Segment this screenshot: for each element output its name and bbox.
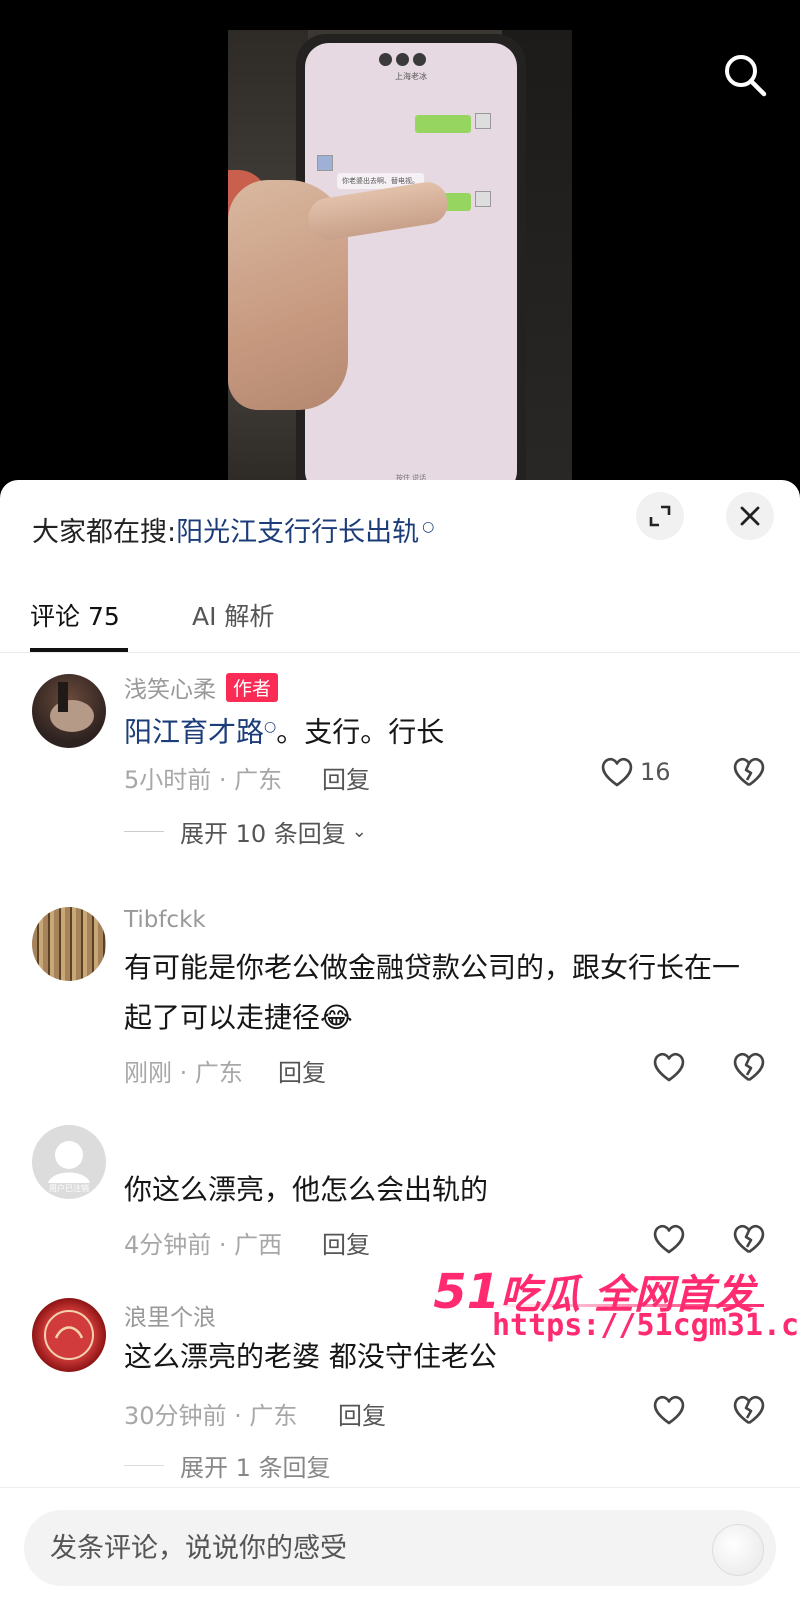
video-player[interactable]: 上海老冰 你老婆出去啊、替电视。 按住 说话 bbox=[0, 0, 800, 500]
search-mini-icon: ○ bbox=[422, 519, 435, 535]
tab-ai-analysis[interactable]: AI 解析 bbox=[192, 597, 274, 633]
dislike-button[interactable] bbox=[732, 1051, 766, 1087]
camera-lens-icon bbox=[379, 53, 392, 66]
heart-icon bbox=[653, 1224, 685, 1254]
chat-bubble-sent bbox=[415, 115, 471, 133]
active-tab-indicator bbox=[30, 648, 128, 652]
chevron-down-icon: ⌄ bbox=[351, 821, 367, 842]
like-button[interactable] bbox=[652, 1394, 686, 1426]
expand-replies[interactable]: 展开 1 条回复 bbox=[124, 1448, 331, 1483]
comment-keyword-link[interactable]: 阳江育才路 bbox=[124, 715, 264, 748]
search-icon[interactable] bbox=[720, 50, 770, 100]
watermark-line bbox=[484, 1304, 764, 1307]
comment-time-location: 刚刚 · 广东 bbox=[124, 1059, 243, 1087]
heart-icon bbox=[653, 1052, 685, 1082]
comment-username[interactable]: 浅笑心柔 作者 bbox=[124, 670, 279, 704]
camera-lens-icon bbox=[396, 53, 409, 66]
expand-replies-label[interactable]: 展开 1 条回复 bbox=[180, 1448, 331, 1483]
heart-icon bbox=[653, 1395, 685, 1425]
reply-button[interactable]: 回复 bbox=[322, 760, 370, 795]
comment-text-rest: 。支行。行长 bbox=[276, 715, 445, 749]
broken-heart-icon bbox=[733, 1052, 765, 1082]
author-badge: 作者 bbox=[226, 673, 279, 702]
comment-time-location: 4分钟前 · 广西 bbox=[124, 1231, 283, 1259]
broken-heart-icon bbox=[733, 1395, 765, 1425]
search-suggestion[interactable]: 大家都在搜:阳光江支行行长出轨 ○ bbox=[32, 510, 434, 549]
search-suggestion-prefix: 大家都在搜: bbox=[32, 517, 177, 548]
broken-heart-icon bbox=[733, 1224, 765, 1254]
close-icon[interactable] bbox=[726, 492, 774, 540]
expand-replies[interactable]: 展开 10 条回复 ⌄ bbox=[124, 814, 367, 849]
watermark-number: 51 bbox=[433, 1264, 501, 1320]
expand-replies-label[interactable]: 展开 10 条回复 bbox=[180, 814, 346, 849]
chat-avatar bbox=[475, 191, 491, 207]
watermark-url: https://51cgm31.com bbox=[492, 1308, 800, 1343]
tab-comments[interactable]: 评论 75 bbox=[30, 597, 120, 633]
dislike-button[interactable] bbox=[732, 1394, 766, 1430]
dislike-button[interactable] bbox=[732, 1223, 766, 1259]
chat-avatar bbox=[317, 155, 333, 171]
chat-title: 上海老冰 bbox=[395, 72, 427, 81]
reply-button[interactable]: 回复 bbox=[338, 1396, 386, 1431]
avatar[interactable] bbox=[32, 1298, 106, 1372]
comment-text: 你这么漂亮，他怎么会出轨的 bbox=[124, 1173, 489, 1206]
watermark: 51吃瓜 全网首发 https://51cgm31.com bbox=[433, 1262, 800, 1352]
search-suggestion-keyword[interactable]: 阳光江支行行长出轨 bbox=[176, 517, 419, 548]
divider-dash bbox=[124, 831, 164, 832]
divider-dash bbox=[124, 1465, 164, 1466]
avatar-caption: 用户已注销 bbox=[49, 1183, 89, 1193]
reply-button[interactable]: 回复 bbox=[278, 1053, 326, 1088]
like-button[interactable]: 16 bbox=[600, 756, 671, 788]
video-frame: 上海老冰 你老婆出去啊、替电视。 按住 说话 bbox=[228, 30, 572, 500]
comment-text: 有可能是你老公做金融贷款公司的，跟女行长在一起了可以走捷径😂 bbox=[124, 943, 764, 1043]
comment-text-body: 有可能是你老公做金融贷款公司的，跟女行长在一起了可以走捷径 bbox=[124, 951, 741, 1034]
expand-icon[interactable] bbox=[636, 492, 684, 540]
comment-time-location: 5小时前 · 广东 bbox=[124, 766, 283, 794]
like-count: 16 bbox=[640, 758, 671, 786]
heart-icon bbox=[601, 757, 633, 787]
avatar[interactable] bbox=[32, 907, 106, 981]
avatar[interactable]: 用户已注销 bbox=[32, 1125, 106, 1199]
username-text[interactable]: 浅笑心柔 bbox=[124, 677, 216, 703]
dislike-button[interactable] bbox=[732, 756, 766, 792]
comment-username[interactable]: 浪里个浪 bbox=[124, 1298, 216, 1332]
comment-text: 阳江育才路○。支行。行长 bbox=[124, 702, 764, 757]
reply-button[interactable]: 回复 bbox=[322, 1225, 370, 1260]
comment-username[interactable]: Tibfckk bbox=[124, 907, 206, 933]
comment-time-location: 30分钟前 · 广东 bbox=[124, 1402, 298, 1430]
comments-sheet: 大家都在搜:阳光江支行行长出轨 ○ 评论 75 AI 解析 浅笑心柔 作者 阳江育才… bbox=[0, 480, 800, 1613]
like-button[interactable] bbox=[652, 1051, 686, 1083]
chat-avatar bbox=[475, 113, 491, 129]
laugh-cry-emoji-icon: 😂 bbox=[320, 1001, 353, 1034]
comment-input[interactable] bbox=[24, 1510, 776, 1586]
like-button[interactable] bbox=[652, 1223, 686, 1255]
search-mini-icon: ○ bbox=[264, 719, 277, 735]
broken-heart-icon bbox=[733, 757, 765, 787]
emoji-icon[interactable] bbox=[712, 1524, 764, 1576]
avatar[interactable] bbox=[32, 674, 106, 748]
comment-tabs: 评论 75 AI 解析 bbox=[0, 575, 800, 653]
camera-lens-icon bbox=[413, 53, 426, 66]
comment-input-bar bbox=[0, 1487, 800, 1613]
